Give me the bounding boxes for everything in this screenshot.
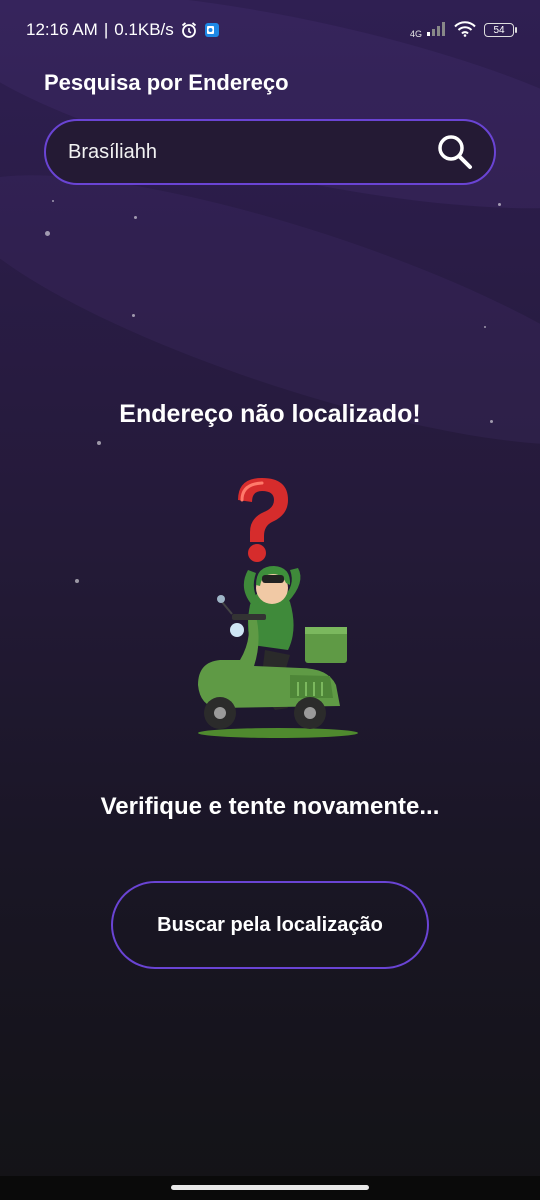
search-by-location-button[interactable]: Buscar pela localização [111,881,429,969]
not-found-title: Endereço não localizado! [119,400,421,428]
background-star [75,579,79,583]
confused-delivery-scooter-illustration [190,470,360,740]
background-star [52,200,54,202]
retry-message: Verifique e tente novamente... [100,793,440,820]
navigation-bar [0,1176,540,1200]
search-icon[interactable] [436,133,474,171]
status-separator: | [103,20,109,39]
background-star [45,231,50,236]
outlook-app-icon [204,22,220,38]
background-star [498,203,501,206]
battery-icon: 54 [484,23,517,37]
status-bar: 12:16 AM | 0.1KB/s 4G 54 [0,0,540,60]
status-right: 4G 54 [409,20,517,40]
wifi-icon [454,20,476,40]
background-star [132,314,135,317]
status-time: 12:16 AM [26,20,98,39]
background-star [97,441,101,445]
home-indicator[interactable] [171,1185,369,1190]
background-star [134,216,137,219]
status-left: 12:16 AM | 0.1KB/s [26,20,220,40]
status-speed: 0.1KB/s [114,20,174,39]
network-type: 4G [409,28,422,39]
battery-level: 54 [493,24,505,36]
page-title: Pesquisa por Endereço [44,70,289,95]
search-bar[interactable] [44,119,496,185]
search-input[interactable] [66,139,410,165]
alarm-icon [180,21,198,39]
signal-icon [426,21,446,40]
background-star [484,326,486,328]
